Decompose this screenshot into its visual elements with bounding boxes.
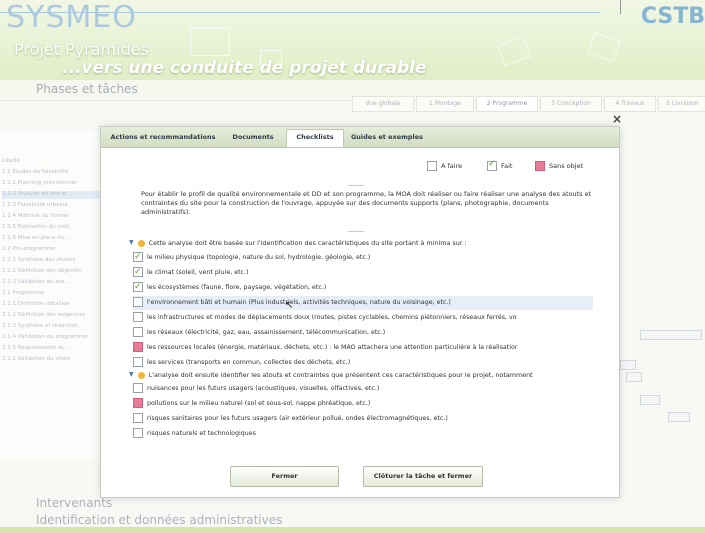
- checklist-item-label: le milieu physique (topologie, nature du…: [147, 254, 371, 261]
- checkbox-empty-icon[interactable]: [133, 312, 143, 322]
- checklist-item[interactable]: le climat (soleil, vent pluie, etc.): [133, 266, 593, 280]
- checkbox-empty-icon[interactable]: [133, 383, 143, 393]
- close-task-button[interactable]: Clôturer la tâche et fermer: [363, 466, 483, 487]
- checklist-item-label: les écosystèmes (faune, flore, paysage, …: [147, 284, 327, 291]
- checklist-group-1[interactable]: ▼ Cette analyse doit être basée sur l'ide…: [129, 237, 599, 249]
- close-button[interactable]: Fermer: [230, 466, 339, 487]
- legend-na: Sans objet: [535, 161, 583, 171]
- mouse-cursor-icon: ↖: [285, 300, 294, 311]
- checklist-item[interactable]: les services (transports en commun, coll…: [133, 356, 593, 370]
- bullet-icon: [137, 239, 145, 247]
- bullet-icon: [137, 371, 145, 379]
- checkbox-na-icon[interactable]: [133, 398, 143, 408]
- checkbox-empty-icon[interactable]: [133, 327, 143, 337]
- tab-checklists[interactable]: Checklists: [286, 129, 344, 147]
- checkbox-na-icon: [535, 161, 545, 171]
- checkbox-empty-icon[interactable]: [133, 297, 143, 307]
- group-1-label: Cette analyse doit être basée sur l'iden…: [148, 239, 467, 247]
- checkbox-empty-icon[interactable]: [133, 357, 143, 367]
- checklist-item[interactable]: nuisances pour les futurs usagers (acous…: [133, 382, 593, 396]
- intro-text: Pour établir le profil de qualité enviro…: [141, 190, 592, 216]
- checklist-dialog: Actions et recommandations Documents Che…: [100, 126, 620, 498]
- tab-guides[interactable]: Guides et exemples: [348, 130, 426, 145]
- app-window: SYSMEO CSTB Projet Pyramides ...vers une…: [0, 0, 705, 533]
- checkbox-empty-icon[interactable]: [133, 428, 143, 438]
- checklist-item-label: nuisances pour les futurs usagers (acous…: [147, 385, 380, 392]
- close-icon[interactable]: ×: [612, 112, 622, 126]
- legend-todo-label: A faire: [441, 162, 463, 170]
- checklist-item-label: risques sanitaires pour les futurs usage…: [147, 415, 448, 422]
- checklist-item[interactable]: les ressources locales (énergie, matéria…: [133, 341, 593, 355]
- checklist-item-label: les services (transports en commun, coll…: [147, 359, 351, 366]
- checkbox-checked-icon[interactable]: [133, 281, 143, 294]
- checklist-item[interactable]: pollutions sur le milieu naturel (sol et…: [133, 397, 593, 411]
- checklist-item-label: l'environnement bâti et humain (Plus ind…: [147, 299, 451, 306]
- checklist-item-label: les réseaux (électricité, gaz, eau, assa…: [147, 329, 386, 336]
- expand-triangle-icon[interactable]: ▼: [129, 369, 134, 381]
- separator: [348, 185, 364, 186]
- checklist-item-label: le climat (soleil, vent pluie, etc.): [147, 269, 249, 276]
- checklist-item[interactable]: les écosystèmes (faune, flore, paysage, …: [133, 281, 593, 295]
- checklist-item-label: risques naturels et technologiques: [147, 430, 256, 437]
- legend-done-label: Fait: [501, 162, 513, 170]
- checklist-item[interactable]: risques sanitaires pour les futurs usage…: [133, 412, 593, 426]
- tab-actions[interactable]: Actions et recommandations: [107, 130, 219, 145]
- checklist-item-label: les infrastructures et modes de déplacem…: [147, 314, 517, 321]
- checkbox-checked-icon[interactable]: [133, 266, 143, 279]
- checkbox-na-icon[interactable]: [133, 342, 143, 352]
- checkbox-empty-icon: [427, 161, 437, 171]
- checklist-item-label: pollutions sur le milieu naturel (sol et…: [147, 400, 371, 407]
- checkbox-checked-icon[interactable]: [133, 251, 143, 264]
- checklist-item[interactable]: les réseaux (électricité, gaz, eau, assa…: [133, 326, 593, 340]
- legend-done: Fait: [487, 159, 513, 171]
- separator: [348, 231, 364, 232]
- legend-todo: A faire: [427, 161, 462, 171]
- tab-documents[interactable]: Documents: [227, 130, 279, 145]
- group-2-label: L'analyse doit ensuite identifier les at…: [148, 371, 533, 379]
- checklist-item[interactable]: risques naturels et technologiques: [133, 427, 593, 441]
- checklist-item-highlighted[interactable]: l'environnement bâti et humain (Plus ind…: [133, 296, 593, 310]
- legend-na-label: Sans objet: [549, 162, 584, 170]
- checkbox-empty-icon[interactable]: [133, 413, 143, 423]
- checklist-item[interactable]: le milieu physique (topologie, nature du…: [133, 251, 593, 265]
- expand-triangle-icon[interactable]: ▼: [129, 237, 134, 249]
- dialog-tabs: Actions et recommandations Documents Che…: [101, 127, 619, 148]
- checklist-item-label: les ressources locales (énergie, matéria…: [147, 344, 518, 351]
- checklist-group-2[interactable]: ▼ L'analyse doit ensuite identifier les a…: [129, 369, 599, 381]
- checklist-item[interactable]: les infrastructures et modes de déplacem…: [133, 311, 593, 325]
- checkbox-checked-icon: [487, 159, 497, 171]
